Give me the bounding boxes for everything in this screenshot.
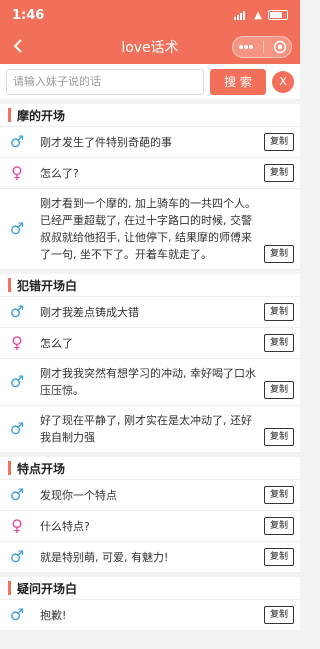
male-icon: ♂ bbox=[9, 419, 25, 438]
nav-bar: love话术 bbox=[0, 30, 300, 64]
script-list: 摩的开场 ♂ 刚才发生了件特别奇葩的事 复制 ♀ 怎么了? 复制 ♂ 刚才看到一个摩的, 加上骑… bbox=[0, 100, 300, 631]
dialogue-text: 怎么了? bbox=[40, 166, 79, 180]
section-header: 疑问开场白 bbox=[0, 577, 300, 600]
section-header: 特点开场 bbox=[0, 457, 300, 480]
dialogue-row: ♂ 就是特别萌, 可爱, 有魅力! 复制 bbox=[0, 542, 300, 573]
copy-button[interactable]: 复制 bbox=[264, 133, 294, 151]
status-time: 1:46 bbox=[12, 7, 45, 23]
dialogue-text: 刚才看到一个摩的, 加上骑车的一共四个人。已经严重超载了, 在过十字路口的时候,… bbox=[40, 197, 256, 261]
copy-button[interactable]: 复制 bbox=[264, 517, 294, 535]
male-icon: ♂ bbox=[9, 485, 25, 504]
section-title: 犯错开场白 bbox=[17, 278, 78, 293]
dialogue-text: 就是特别萌, 可爱, 有魅力! bbox=[40, 550, 169, 564]
dialogue-row: ♀ 什么特点? 复制 bbox=[0, 511, 300, 542]
dialogue-row: ♂ 好了现在平静了, 刚才实在是太冲动了, 还好我自制力强 复制 bbox=[0, 406, 300, 453]
copy-button[interactable]: 复制 bbox=[264, 486, 294, 504]
female-icon: ♀ bbox=[11, 163, 23, 182]
copy-button[interactable]: 复制 bbox=[264, 606, 294, 624]
section-header: 犯错开场白 bbox=[0, 274, 300, 297]
signal-icon bbox=[234, 10, 248, 20]
capsule-divider bbox=[262, 41, 264, 53]
status-icons: ▲ bbox=[234, 10, 288, 21]
copy-button[interactable]: 复制 bbox=[264, 164, 294, 182]
copy-button[interactable]: 复制 bbox=[264, 303, 294, 321]
dialogue-text: 好了现在平静了, 刚才实在是太冲动了, 还好我自制力强 bbox=[40, 414, 252, 444]
dialogue-row: ♀ 怎么了 复制 bbox=[0, 328, 300, 359]
copy-button[interactable]: 复制 bbox=[264, 245, 294, 263]
male-icon: ♂ bbox=[9, 132, 25, 151]
back-arrow-icon[interactable] bbox=[10, 37, 28, 55]
copy-button[interactable]: 复制 bbox=[264, 334, 294, 352]
dialogue-row: ♀ 怎么了? 复制 bbox=[0, 158, 300, 189]
search-area: 搜 索 X bbox=[0, 64, 300, 100]
dialogue-text: 刚才我差点铸成大错 bbox=[40, 305, 139, 319]
female-icon: ♀ bbox=[11, 516, 23, 535]
male-icon: ♂ bbox=[9, 372, 25, 391]
dialogue-row: ♂ 刚才我差点铸成大错 复制 bbox=[0, 297, 300, 328]
dialogue-row: ♂ 刚才发生了件特别奇葩的事 复制 bbox=[0, 127, 300, 158]
section-header: 摩的开场 bbox=[0, 104, 300, 127]
male-icon: ♂ bbox=[9, 302, 25, 321]
section-accent-bar bbox=[8, 581, 11, 595]
copy-button[interactable]: 复制 bbox=[264, 428, 294, 446]
dialogue-row: ♂ 抱歉! 复制 bbox=[0, 600, 300, 631]
section-accent-bar bbox=[8, 108, 11, 122]
more-icon[interactable] bbox=[238, 44, 254, 50]
page-title: love话术 bbox=[121, 40, 179, 56]
battery-icon bbox=[268, 10, 288, 20]
section-title: 特点开场 bbox=[17, 461, 66, 476]
copy-button[interactable]: 复制 bbox=[264, 548, 294, 566]
dialogue-row: ♂ 刚才看到一个摩的, 加上骑车的一共四个人。已经严重超载了, 在过十字路口的时候… bbox=[0, 189, 300, 270]
dialogue-text: 发现你一个特点 bbox=[40, 488, 117, 502]
male-icon: ♂ bbox=[9, 547, 25, 566]
male-icon: ♂ bbox=[9, 219, 25, 238]
wifi-icon: ▲ bbox=[254, 9, 262, 21]
dialogue-row: ♂ 刚才我我突然有想学习的冲动, 幸好喝了口水压压惊。 复制 bbox=[0, 359, 300, 406]
male-icon: ♂ bbox=[9, 605, 25, 624]
section-accent-bar bbox=[8, 461, 11, 475]
dialogue-text: 什么特点? bbox=[40, 519, 90, 533]
mini-program-capsule bbox=[232, 36, 292, 58]
section-title: 摩的开场 bbox=[17, 108, 66, 123]
search-input[interactable] bbox=[6, 68, 204, 95]
section-title: 疑问开场白 bbox=[17, 581, 78, 596]
female-icon: ♀ bbox=[11, 333, 23, 352]
search-button[interactable]: 搜 索 bbox=[210, 68, 266, 95]
dialogue-text: 抱歉! bbox=[40, 608, 67, 622]
dialogue-text: 刚才发生了件特别奇葩的事 bbox=[40, 135, 172, 149]
dialogue-text: 刚才我我突然有想学习的冲动, 幸好喝了口水压压惊。 bbox=[40, 367, 256, 397]
section-accent-bar bbox=[8, 278, 11, 292]
close-miniprogram-icon[interactable] bbox=[273, 40, 287, 54]
dialogue-row: ♂ 发现你一个特点 复制 bbox=[0, 480, 300, 511]
clear-search-button[interactable]: X bbox=[272, 70, 294, 93]
status-bar: 1:46 ▲ bbox=[0, 0, 300, 30]
copy-button[interactable]: 复制 bbox=[264, 381, 294, 399]
dialogue-text: 怎么了 bbox=[40, 336, 73, 350]
